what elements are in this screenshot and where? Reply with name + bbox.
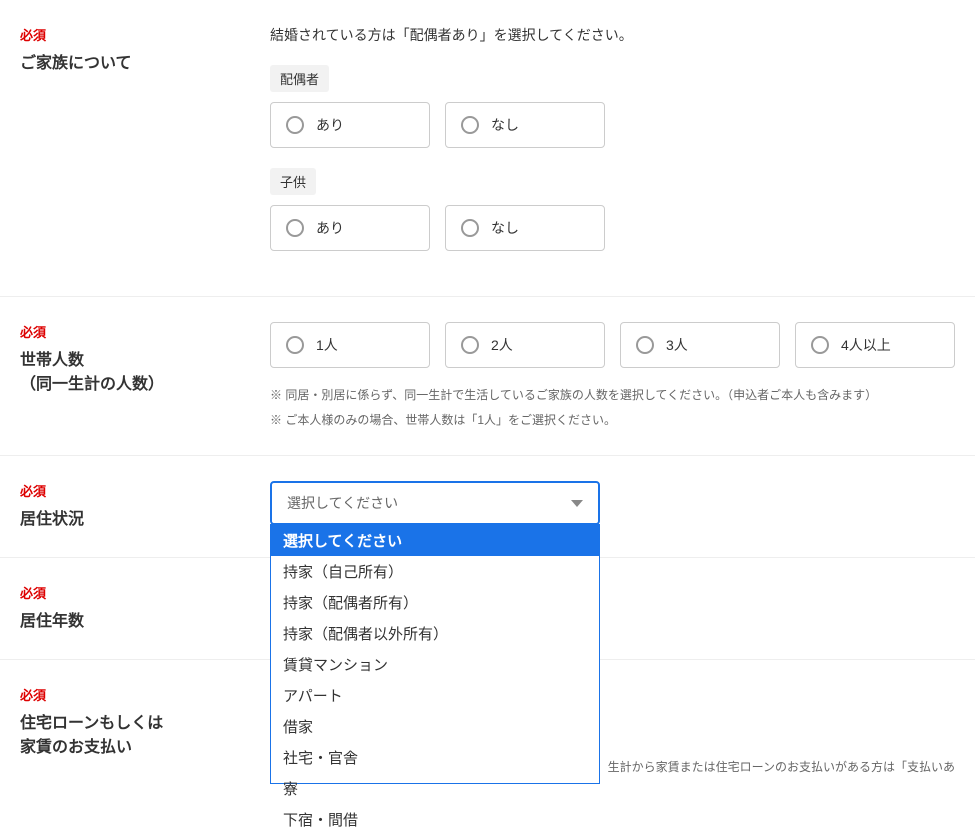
household-1-label: 1人: [316, 335, 338, 355]
household-note-1: ※ 同居・別居に係らず、同一生計で生活しているご家族の人数を選択してください。（…: [270, 386, 955, 405]
section-label-household: 必須 世帯人数 （同一生計の人数）: [0, 297, 250, 455]
children-label: 子供: [270, 168, 316, 195]
children-yes-label: あり: [316, 218, 344, 238]
section-label-loan: 必須 住宅ローンもしくは 家賃のお支払い: [0, 660, 250, 785]
residence-option-0[interactable]: 選択してください: [271, 525, 599, 556]
title-residence: 居住状況: [20, 508, 230, 532]
residence-option-1[interactable]: 持家（自己所有）: [271, 556, 599, 587]
content-residence: 選択してください 選択してください 持家（自己所有） 持家（配偶者所有） 持家（…: [250, 456, 975, 557]
household-3-label: 3人: [666, 335, 688, 355]
required-badge: 必須: [20, 322, 230, 341]
children-radio-row: あり なし: [270, 205, 955, 251]
radio-icon: [461, 219, 479, 237]
household-2-option[interactable]: 2人: [445, 322, 605, 368]
radio-icon: [286, 116, 304, 134]
family-instruction: 結婚されている方は「配偶者あり」を選択してください。: [270, 25, 955, 45]
household-4plus-option[interactable]: 4人以上: [795, 322, 955, 368]
children-no-label: なし: [491, 218, 519, 238]
residence-select-value: 選択してください: [287, 493, 398, 513]
spouse-yes-option[interactable]: あり: [270, 102, 430, 148]
residence-select[interactable]: 選択してください: [270, 481, 600, 525]
content-family: 結婚されている方は「配偶者あり」を選択してください。 配偶者 あり なし 子供 …: [250, 0, 975, 296]
chevron-down-icon: [571, 500, 583, 507]
radio-icon: [461, 336, 479, 354]
spouse-yes-label: あり: [316, 115, 344, 135]
residence-option-8[interactable]: 寮: [271, 773, 599, 804]
residence-option-3[interactable]: 持家（配偶者以外所有）: [271, 618, 599, 649]
radio-icon: [286, 219, 304, 237]
required-badge: 必須: [20, 583, 230, 602]
residence-option-5[interactable]: アパート: [271, 680, 599, 711]
children-yes-option[interactable]: あり: [270, 205, 430, 251]
children-no-option[interactable]: なし: [445, 205, 605, 251]
residence-option-2[interactable]: 持家（配偶者所有）: [271, 587, 599, 618]
spouse-label: 配偶者: [270, 65, 329, 92]
spouse-no-label: なし: [491, 115, 519, 135]
section-label-family: 必須 ご家族について: [0, 0, 250, 296]
section-residence: 必須 居住状況 選択してください 選択してください 持家（自己所有） 持家（配偶…: [0, 456, 975, 558]
title-household: 世帯人数 （同一生計の人数）: [20, 349, 230, 397]
radio-icon: [636, 336, 654, 354]
section-household: 必須 世帯人数 （同一生計の人数） 1人 2人 3人 4人以上 ※ 同居・別居に…: [0, 297, 975, 456]
section-label-years: 必須 居住年数: [0, 558, 250, 659]
section-family: 必須 ご家族について 結婚されている方は「配偶者あり」を選択してください。 配偶…: [0, 0, 975, 297]
radio-icon: [286, 336, 304, 354]
spouse-no-option[interactable]: なし: [445, 102, 605, 148]
title-years: 居住年数: [20, 610, 230, 634]
residence-option-7[interactable]: 社宅・官舎: [271, 742, 599, 773]
household-3-option[interactable]: 3人: [620, 322, 780, 368]
required-badge: 必須: [20, 685, 230, 704]
section-label-residence: 必須 居住状況: [0, 456, 250, 557]
title-family: ご家族について: [20, 52, 230, 76]
required-badge: 必須: [20, 25, 230, 44]
content-household: 1人 2人 3人 4人以上 ※ 同居・別居に係らず、同一生計で生活しているご家族…: [250, 297, 975, 455]
spouse-radio-row: あり なし: [270, 102, 955, 148]
required-badge: 必須: [20, 481, 230, 500]
loan-note: 生計から家賃または住宅ローンのお支払いがある方は「支払いあ: [608, 758, 955, 775]
household-1-option[interactable]: 1人: [270, 322, 430, 368]
radio-icon: [461, 116, 479, 134]
radio-icon: [811, 336, 829, 354]
residence-option-9[interactable]: 下宿・間借: [271, 804, 599, 835]
household-4plus-label: 4人以上: [841, 335, 891, 355]
residence-option-4[interactable]: 賃貸マンション: [271, 649, 599, 680]
title-loan: 住宅ローンもしくは 家賃のお支払い: [20, 712, 230, 760]
household-note-2: ※ ご本人様のみの場合、世帯人数は「1人」をご選択ください。: [270, 411, 955, 430]
residence-option-6[interactable]: 借家: [271, 711, 599, 742]
household-2-label: 2人: [491, 335, 513, 355]
household-radio-row: 1人 2人 3人 4人以上: [270, 322, 955, 368]
residence-dropdown: 選択してください 持家（自己所有） 持家（配偶者所有） 持家（配偶者以外所有） …: [270, 524, 600, 784]
